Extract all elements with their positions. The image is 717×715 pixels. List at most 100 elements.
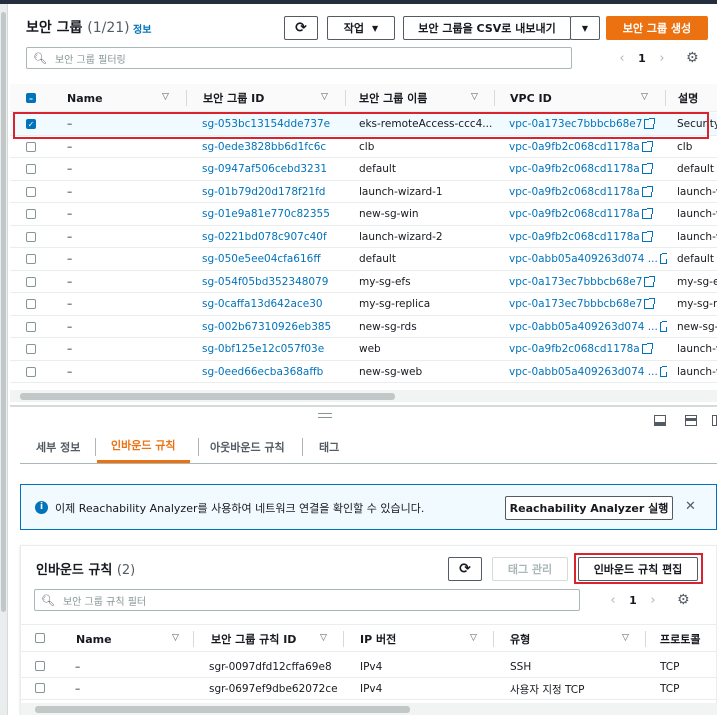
refresh-button[interactable]: ⟳ (284, 16, 318, 40)
row-sg-id-link[interactable]: sg-01b79d20d178f21fd (202, 181, 342, 203)
gear-icon[interactable]: ⚙ (686, 50, 699, 66)
create-security-group-button[interactable]: 보안 그룹 생성 (606, 16, 708, 40)
export-dropdown-button[interactable]: ▼ (570, 16, 600, 40)
row-checkbox[interactable] (26, 321, 36, 332)
vpc-id-text[interactable]: vpc-0abb05a409263d074 ... (509, 366, 658, 378)
row-checkbox[interactable] (26, 186, 36, 197)
sort-icon[interactable]: ▽ (321, 92, 328, 102)
sort-icon[interactable]: ▽ (622, 633, 629, 643)
vpc-id-text[interactable]: vpc-0abb05a409263d074 ... (509, 253, 658, 265)
row-checkbox[interactable] (26, 141, 36, 152)
row-vpc-id-link[interactable]: vpc-0a9fb2c068cd1178a (509, 158, 667, 180)
vpc-id-text[interactable]: vpc-0a173ec7bbbcb68e7 (509, 298, 642, 310)
inbound-rule-filter[interactable]: 🔍︎ 보안 그룹 규칙 필터 (34, 589, 580, 611)
row-sg-id-link[interactable]: sg-0947af506cebd3231 (202, 158, 342, 180)
row-checkbox[interactable] (26, 254, 36, 264)
inbound-refresh-button[interactable]: ⟳ (448, 557, 482, 581)
column-description[interactable]: 설명 (678, 84, 698, 112)
vpc-id-text[interactable]: vpc-0a9fb2c068cd1178a (509, 208, 640, 220)
gear-icon[interactable]: ⚙ (677, 592, 690, 608)
vpc-id-text[interactable]: vpc-0a9fb2c068cd1178a (509, 231, 640, 243)
column-name[interactable]: Name (67, 84, 103, 112)
row-vpc-id-link[interactable]: vpc-0a173ec7bbbcb68e7 (509, 293, 667, 315)
vpc-id-text[interactable]: vpc-0a173ec7bbbcb68e7 (509, 276, 642, 288)
row-checkbox[interactable] (26, 344, 36, 354)
split-side-icon[interactable] (712, 415, 717, 426)
table-row[interactable]: – sg-054f05bd352348079 my-sg-efs vpc-0a173e… (10, 271, 717, 293)
column-protocol[interactable]: 프로토콜 (660, 625, 700, 653)
table-row[interactable]: – sg-002b67310926eb385 new-sg-rds vpc-0abb0… (10, 316, 717, 338)
actions-button[interactable]: 작업 ▼ (327, 16, 395, 40)
column-ip-version[interactable]: IP 버전 (360, 625, 396, 653)
tab-tags[interactable]: 태그 (319, 430, 339, 463)
row-vpc-id-link[interactable]: vpc-0a9fb2c068cd1178a (509, 203, 667, 225)
table-row[interactable]: – sg-0bf125e12c057f03e web vpc-0a9fb2c068cd… (10, 338, 717, 361)
table-row[interactable]: – sg-0caffa13d642ace30 my-sg-replica vpc-0a… (10, 293, 717, 316)
row-vpc-id-link[interactable]: vpc-0a9fb2c068cd1178a (509, 181, 667, 203)
column-sg-name[interactable]: 보안 그룹 이름 (359, 84, 427, 112)
table-horizontal-scrollbar[interactable] (10, 390, 717, 402)
row-vpc-id-link[interactable]: vpc-0abb05a409263d074 ... (509, 361, 667, 383)
table-row[interactable]: – sg-01b79d20d178f21fd launch-wizard-1 vpc-… (10, 181, 717, 203)
row-sg-id-link[interactable]: sg-0eed66ecba368affb (202, 361, 342, 383)
row-sg-id-link[interactable]: sg-002b67310926eb385 (202, 316, 342, 338)
row-sg-id-link[interactable]: sg-050e5ee04cfa616ff (202, 248, 342, 270)
row-checkbox[interactable] (26, 231, 36, 242)
row-sg-id-link[interactable]: sg-054f05bd352348079 (202, 271, 342, 293)
sort-icon[interactable]: ▽ (641, 92, 648, 102)
row-checkbox[interactable] (35, 683, 45, 693)
split-top-icon[interactable] (685, 415, 697, 426)
vpc-id-text[interactable]: vpc-0abb05a409263d074 ... (509, 321, 658, 333)
row-sg-id-link[interactable]: sg-0221bd078c907c40f (202, 226, 342, 248)
row-vpc-id-link[interactable]: vpc-0abb05a409263d074 ... (509, 316, 667, 338)
row-vpc-id-link[interactable]: vpc-0abb05a409263d074 ... (509, 248, 667, 270)
row-vpc-id-link[interactable]: vpc-0a9fb2c068cd1178a (509, 136, 667, 158)
table-row[interactable]: – sg-01e9a81e770c82355 new-sg-win vpc-0a9fb… (10, 203, 717, 226)
sort-icon[interactable]: ▽ (162, 92, 169, 102)
sort-icon[interactable]: ▽ (172, 633, 179, 643)
row-vpc-id-link[interactable]: vpc-0a173ec7bbbcb68e7 (509, 113, 667, 135)
prev-page-button[interactable]: ‹ (612, 51, 632, 66)
prev-page-button[interactable]: ‹ (603, 593, 623, 608)
manage-tags-button[interactable]: 태그 관리 (492, 557, 568, 581)
column-vpc-id[interactable]: VPC ID (510, 84, 552, 112)
table-row[interactable]: – sg-050e5ee04cfa616ff default vpc-0abb05a4… (10, 248, 717, 271)
row-vpc-id-link[interactable]: vpc-0a9fb2c068cd1178a (509, 226, 667, 248)
page-number[interactable]: 1 (632, 52, 652, 65)
run-reachability-analyzer-button[interactable]: Reachability Analyzer 실행 (505, 496, 673, 520)
vpc-id-text[interactable]: vpc-0a9fb2c068cd1178a (509, 343, 640, 355)
export-csv-button[interactable]: 보안 그룹을 CSV로 내보내기 (403, 16, 571, 40)
table-row[interactable]: ✓ – sg-053bc13154dde737e eks-remoteAccess-c… (10, 113, 717, 136)
sort-icon[interactable]: ▽ (470, 633, 477, 643)
column-sg-id[interactable]: 보안 그룹 ID (203, 84, 264, 112)
row-checkbox[interactable] (26, 299, 36, 309)
column-name[interactable]: Name (76, 625, 112, 653)
column-type[interactable]: 유형 (510, 625, 530, 653)
row-sg-id-link[interactable]: sg-01e9a81e770c82355 (202, 203, 342, 225)
table-row[interactable]: – sgr-0097dfd12cffa69e8 IPv4 SSH TCP (21, 656, 717, 678)
resize-handle[interactable] (318, 413, 332, 418)
next-page-button[interactable]: › (643, 593, 663, 608)
row-checkbox[interactable] (26, 164, 36, 174)
tab-details[interactable]: 세부 정보 (36, 430, 80, 463)
vpc-id-text[interactable]: vpc-0a9fb2c068cd1178a (509, 141, 640, 153)
vpc-id-text[interactable]: vpc-0a9fb2c068cd1178a (509, 186, 640, 198)
row-vpc-id-link[interactable]: vpc-0a9fb2c068cd1178a (509, 338, 667, 360)
sort-icon[interactable]: ▽ (320, 633, 327, 643)
row-checkbox[interactable] (35, 661, 45, 671)
table-row[interactable]: – sgr-0697ef9dbe62072ce IPv4 사용자 지정 TCP TCP (21, 678, 717, 700)
tab-inbound-rules[interactable]: 인바운드 규칙 (97, 430, 190, 463)
vpc-id-text[interactable]: vpc-0a9fb2c068cd1178a (509, 163, 640, 175)
sort-icon[interactable]: ▽ (471, 92, 478, 102)
column-rule-id[interactable]: 보안 그룹 규칙 ID (211, 625, 296, 653)
select-all-checkbox[interactable] (35, 633, 45, 643)
split-divider[interactable] (10, 405, 717, 407)
table-row[interactable]: – sg-0221bd078c907c40f launch-wizard-2 vpc-… (10, 226, 717, 248)
row-checkbox[interactable] (26, 209, 36, 219)
tab-outbound-rules[interactable]: 아웃바운드 규칙 (210, 430, 285, 463)
row-sg-id-link[interactable]: sg-0bf125e12c057f03e (202, 338, 342, 360)
close-icon[interactable]: ✕ (685, 499, 696, 514)
next-page-button[interactable]: › (652, 51, 672, 66)
vpc-id-text[interactable]: vpc-0a173ec7bbbcb68e7 (509, 118, 642, 130)
edit-inbound-rules-button[interactable]: 인바운드 규칙 편집 (578, 557, 698, 581)
